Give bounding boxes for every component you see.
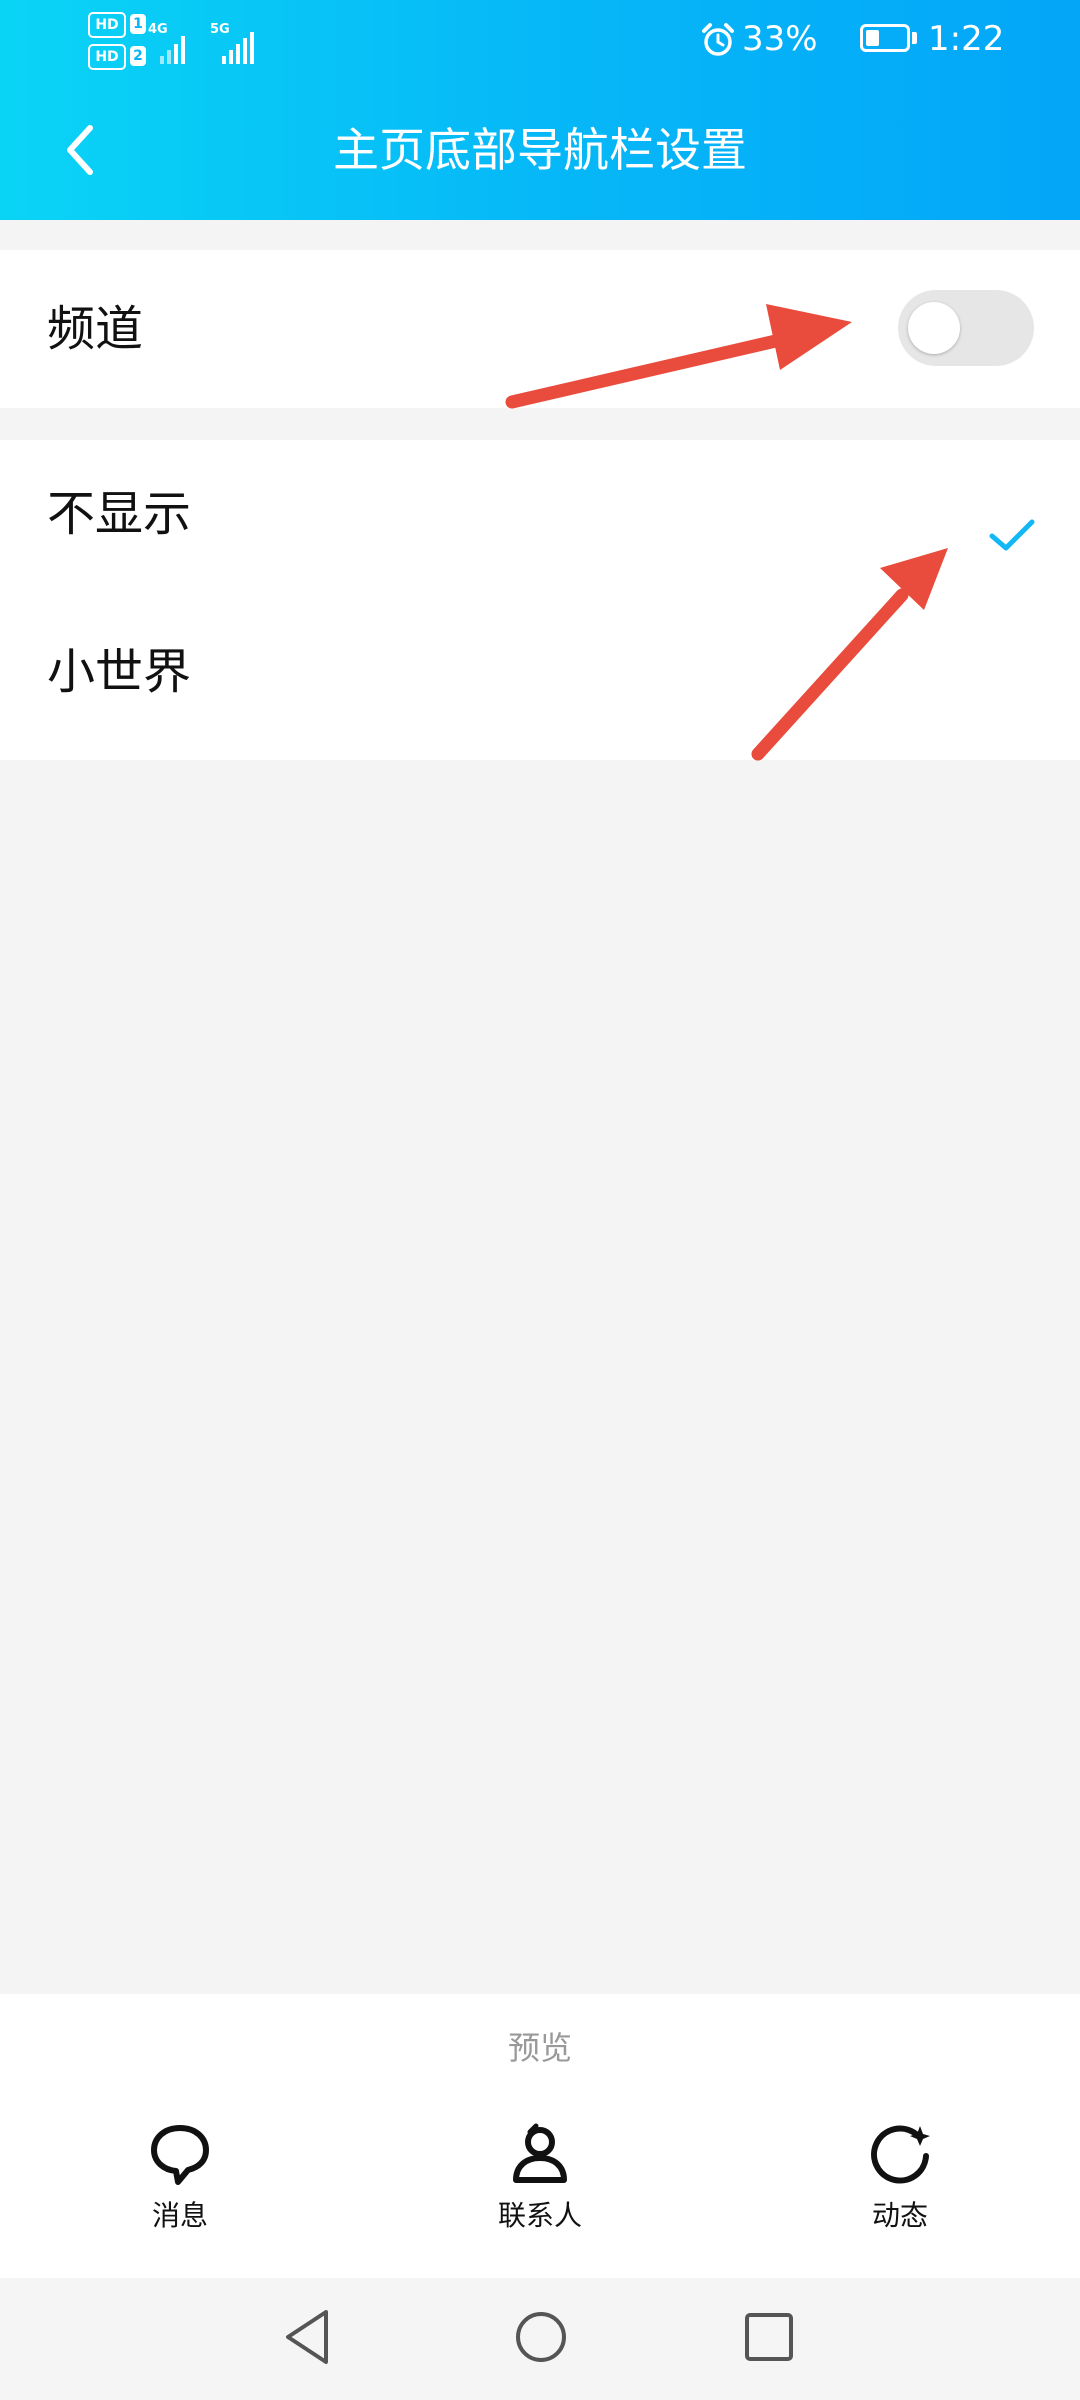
tab-messages[interactable]: 消息 <box>80 2122 280 2242</box>
battery-percent: 33% <box>742 19 818 59</box>
sim1-hd-label: HD <box>95 17 119 33</box>
option-row-hide[interactable]: 不显示 <box>0 440 1080 600</box>
option-row-small-world[interactable]: 小世界 <box>0 600 1080 760</box>
tab-moments[interactable]: 动态 <box>800 2122 1000 2242</box>
channel-label: 频道 <box>47 301 144 357</box>
tab-contacts[interactable]: 联系人 <box>440 2122 640 2242</box>
page-title: 主页底部导航栏设置 <box>333 123 747 177</box>
sim2-hd-badge: HD <box>88 44 126 70</box>
alarm-clock-icon <box>702 23 734 56</box>
sim2-hd-label: HD <box>95 49 119 65</box>
refresh-star-icon <box>871 2125 930 2184</box>
person-icon <box>513 2123 567 2183</box>
status-bar-left: HD 1 HD 2 4G 5G <box>88 10 278 70</box>
status-time: 1:22 <box>928 19 1005 59</box>
signal-strength-icon <box>222 30 272 64</box>
option-label: 不显示 <box>47 486 192 542</box>
status-bar-right: 33% 1:22 <box>680 10 1080 70</box>
preview-panel: 预览 消息 联系人 动态 <box>0 1994 1080 2278</box>
toggle-knob <box>908 302 960 354</box>
home-circle-icon[interactable] <box>506 2302 576 2372</box>
channel-card: 频道 <box>0 250 1080 408</box>
back-triangle-icon[interactable] <box>274 2302 344 2372</box>
options-card: 不显示 小世界 <box>0 440 1080 760</box>
chat-bubble-icon <box>151 2125 209 2185</box>
channel-row[interactable]: 频道 <box>0 250 1080 408</box>
sim1-number: 1 <box>130 14 146 34</box>
recents-square-icon[interactable] <box>734 2302 804 2372</box>
tab-label: 消息 <box>151 2199 208 2232</box>
back-button[interactable] <box>40 110 120 190</box>
tab-label: 动态 <box>871 2199 928 2232</box>
battery-icon <box>860 24 910 52</box>
tab-label: 联系人 <box>497 2199 582 2232</box>
checkmark-icon <box>989 519 1035 551</box>
preview-title: 预览 <box>507 2029 572 2067</box>
system-navigation-bar <box>0 2278 1080 2400</box>
sim1-hd-badge: HD <box>88 12 126 38</box>
channel-toggle[interactable] <box>898 290 1034 366</box>
chevron-left-icon <box>67 125 93 175</box>
app-header: HD 1 HD 2 4G 5G 33% 1:22 主页底部导航栏设置 <box>0 0 1080 220</box>
sim2-number: 2 <box>130 46 146 66</box>
battery-level-fill <box>866 30 879 46</box>
signal-strength-icon <box>160 30 210 64</box>
option-label: 小世界 <box>47 644 192 700</box>
battery-tip <box>912 32 917 44</box>
